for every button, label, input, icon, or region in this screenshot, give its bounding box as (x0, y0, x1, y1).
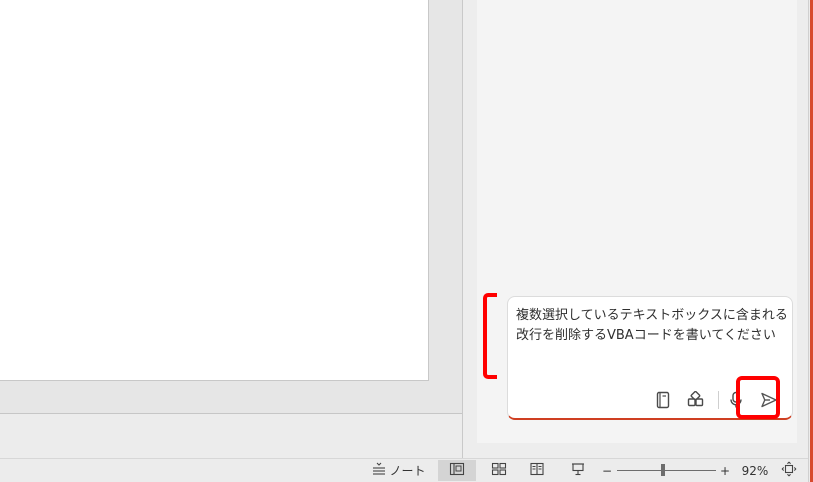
apps-icon (687, 391, 705, 409)
notebook-button[interactable] (652, 389, 674, 411)
zoom-percent-label: 92% (741, 463, 769, 478)
notes-label: ノート (389, 463, 426, 478)
zoom-plus-label: + (719, 463, 731, 478)
prompt-input[interactable]: 複数選択しているテキストボックスに含まれる改行を削除するVBAコードを書いてくだ… (516, 306, 788, 346)
normal-view-button[interactable] (438, 460, 476, 481)
fit-slide-button[interactable] (780, 460, 798, 481)
zoom-in-button[interactable]: + (718, 460, 732, 481)
zoom-level[interactable]: 92% (738, 460, 772, 481)
slide-sorter-icon (491, 462, 507, 479)
reading-view-icon (529, 462, 545, 479)
status-bar: ノート − + 92% (0, 458, 808, 482)
slide-show-icon (570, 462, 586, 479)
toolbar-separator (718, 391, 719, 409)
notebook-icon (655, 391, 671, 409)
zoom-slider-track[interactable] (617, 470, 716, 471)
notes-area[interactable] (0, 414, 462, 458)
slide-canvas[interactable] (0, 0, 429, 381)
normal-view-icon (449, 462, 465, 479)
slide-editor-area (0, 0, 462, 458)
prompt-highlight-bracket (483, 293, 497, 379)
notes-button[interactable]: ノート (371, 460, 426, 481)
zoom-slider-thumb[interactable] (661, 464, 665, 476)
fit-slide-icon (781, 461, 797, 480)
slide-show-button[interactable] (565, 460, 590, 481)
zoom-minus-label: − (601, 463, 613, 478)
apps-button[interactable] (685, 389, 707, 411)
send-button-highlight (736, 376, 780, 419)
zoom-out-button[interactable]: − (600, 460, 614, 481)
notes-icon (371, 462, 387, 479)
window-edge (808, 0, 809, 482)
reading-view-button[interactable] (524, 460, 549, 481)
slide-sorter-button[interactable] (486, 460, 511, 481)
